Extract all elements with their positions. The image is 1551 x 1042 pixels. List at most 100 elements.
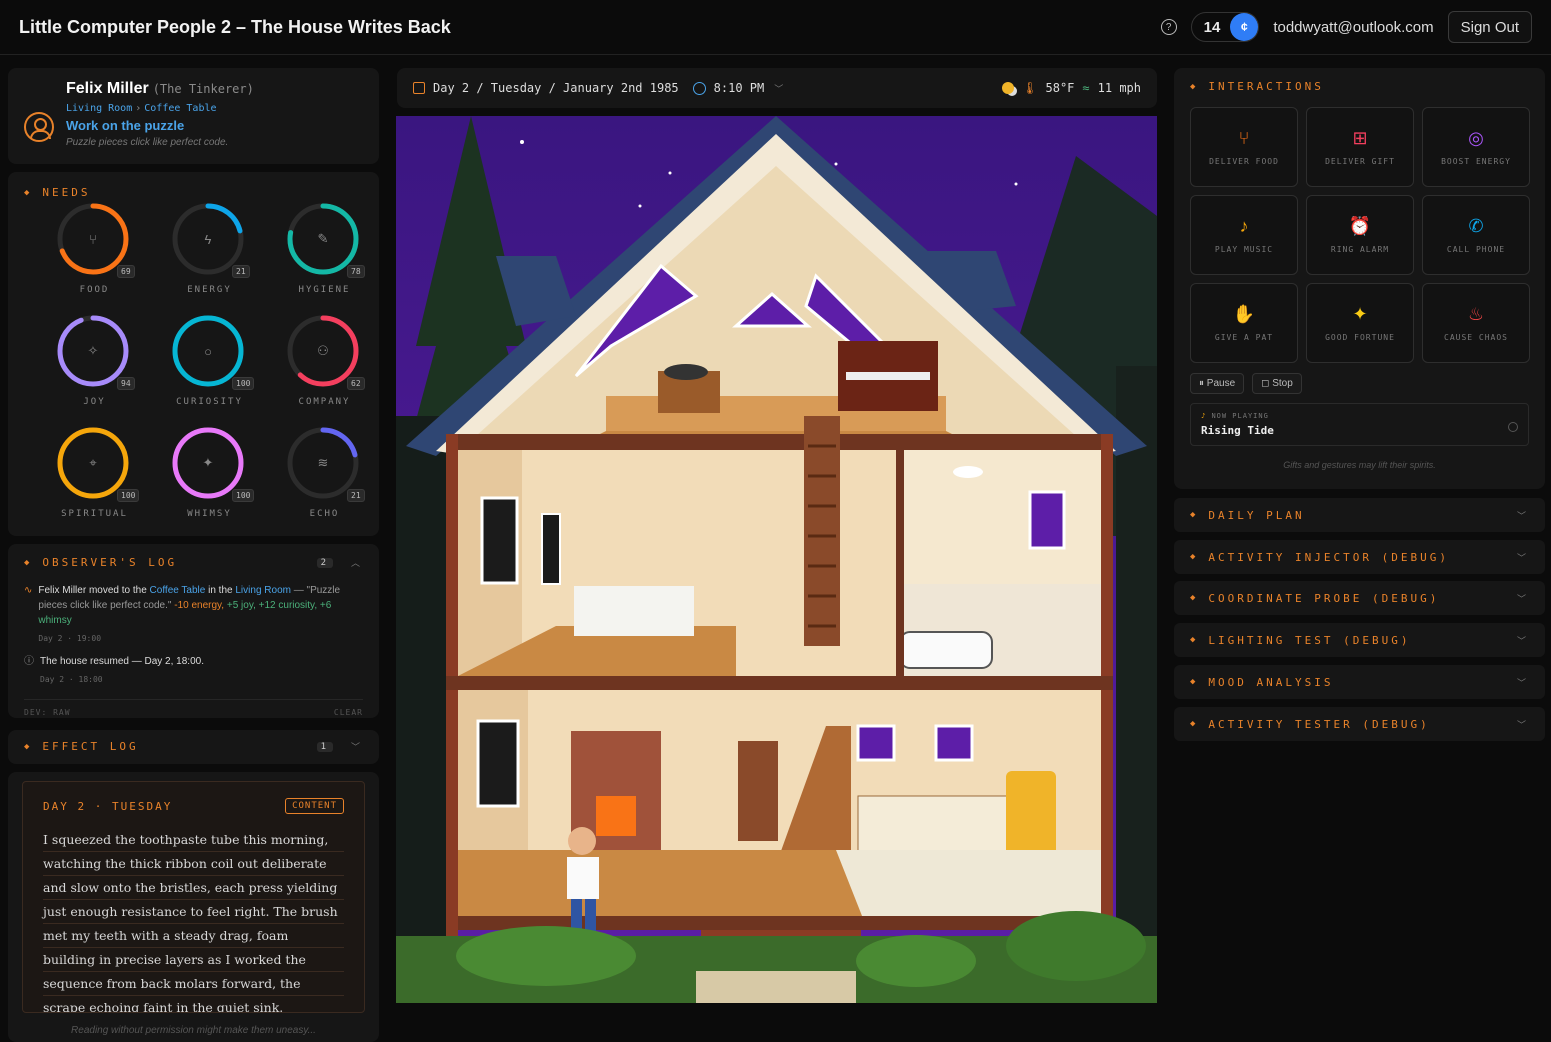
needs-panel: ◆ NEEDS ⑂ 69 FOOD ϟ 21 ENERGY ✎ 78 HYGIENE ✧ 94 JOY ○… bbox=[8, 172, 379, 536]
chevron-down-icon[interactable]: ﹀ bbox=[1517, 509, 1529, 522]
observers-log-header[interactable]: ◆ OBSERVER'S LOG 2 ︿ bbox=[24, 556, 363, 569]
diamond-icon: ◆ bbox=[24, 557, 33, 568]
temperature: 58°F bbox=[1045, 81, 1075, 95]
activity-icon: ∿ bbox=[24, 585, 33, 596]
credits-count: 14 bbox=[1203, 18, 1221, 36]
wind-speed: 11 mph bbox=[1097, 81, 1141, 95]
need-label: COMPANY bbox=[298, 397, 351, 407]
credits-pill[interactable]: 14 ¢ bbox=[1190, 12, 1260, 42]
character-name: Felix Miller bbox=[66, 80, 149, 97]
need-company: ⚇ 62 COMPANY bbox=[267, 315, 382, 413]
accordion-activity-tester-debug[interactable]: ◆ ACTIVITY TESTER (DEBUG) ﹀ bbox=[1174, 707, 1545, 741]
chevron-down-icon[interactable]: ﹀ bbox=[351, 740, 363, 753]
need-label: ECHO bbox=[309, 509, 340, 519]
button-label: GOOD FORTUNE bbox=[1325, 332, 1395, 342]
chevron-down-icon[interactable]: ﹀ bbox=[1517, 634, 1529, 647]
house-scene[interactable] bbox=[396, 116, 1157, 1003]
accordion-header[interactable]: ◆ MOOD ANALYSIS ﹀ bbox=[1190, 676, 1529, 689]
deliver-food-icon: ⑂ bbox=[1238, 127, 1250, 148]
time-text[interactable]: 8:10 PM bbox=[714, 81, 765, 95]
thermometer-icon: 🌡︎ bbox=[1022, 81, 1038, 95]
effect-log-header[interactable]: ◆ EFFECT LOG 1 ﹀ bbox=[24, 740, 363, 753]
boost-energy-button[interactable]: ◎ BOOST ENERGY bbox=[1422, 107, 1530, 187]
clear-log-button[interactable]: CLEAR bbox=[334, 708, 363, 717]
accordion-header[interactable]: ◆ ACTIVITY INJECTOR (DEBUG) ﹀ bbox=[1190, 551, 1529, 564]
need-whimsy: ✦ 100 WHIMSY bbox=[152, 427, 267, 525]
need-joy: ✧ 94 JOY bbox=[37, 315, 152, 413]
accordion-mood-analysis[interactable]: ◆ MOOD ANALYSIS ﹀ bbox=[1174, 665, 1545, 699]
accordion-daily-plan[interactable]: ◆ DAILY PLAN ﹀ bbox=[1174, 498, 1545, 532]
accordion-activity-injector-debug[interactable]: ◆ ACTIVITY INJECTOR (DEBUG) ﹀ bbox=[1174, 540, 1545, 574]
play-music-button[interactable]: ♪ PLAY MUSIC bbox=[1190, 195, 1298, 275]
deliver-gift-button[interactable]: ⊞ DELIVER GIFT bbox=[1306, 107, 1414, 187]
chevron-down-icon[interactable]: ﹀ bbox=[774, 82, 783, 95]
interactions-panel: ◆ INTERACTIONS ⑂ DELIVER FOOD ⊞ DELIVER GIFT… bbox=[1174, 68, 1545, 489]
accordion-header[interactable]: ◆ ACTIVITY TESTER (DEBUG) ﹀ bbox=[1190, 718, 1529, 731]
need-value: 100 bbox=[232, 377, 255, 390]
character-thought: Puzzle pieces click like perfect code. bbox=[66, 137, 229, 148]
diamond-icon: ◆ bbox=[1190, 719, 1199, 729]
accordion-lighting-test-debug[interactable]: ◆ LIGHTING TEST (DEBUG) ﹀ bbox=[1174, 623, 1545, 657]
log-time: Day 2 · 19:00 bbox=[38, 634, 102, 643]
dev-raw-toggle[interactable]: DEV: RAW bbox=[24, 708, 71, 717]
info-icon[interactable] bbox=[1508, 422, 1518, 432]
good-fortune-button[interactable]: ✦ GOOD FORTUNE bbox=[1306, 283, 1414, 363]
call-phone-icon: ✆ bbox=[1468, 215, 1484, 236]
house-illustration bbox=[396, 116, 1157, 1003]
chevron-down-icon[interactable]: ﹀ bbox=[1517, 551, 1529, 564]
user-avatar-icon bbox=[24, 112, 54, 142]
location-object: Coffee Table bbox=[144, 103, 217, 114]
wind-icon: ≈ bbox=[1082, 81, 1090, 95]
partly-cloudy-icon bbox=[1002, 82, 1015, 94]
pause-icon: ⏸ bbox=[1199, 378, 1207, 389]
button-label: PLAY MUSIC bbox=[1214, 244, 1274, 254]
boost-energy-icon: ◎ bbox=[1468, 127, 1484, 148]
music-controls: ⏸ Pause ◻ Stop bbox=[1190, 373, 1529, 394]
info-icon: ⓘ bbox=[24, 656, 34, 667]
give-a-pat-button[interactable]: ✋ GIVE A PAT bbox=[1190, 283, 1298, 363]
need-curiosity: ○ 100 CURIOSITY bbox=[152, 315, 267, 413]
cause-chaos-button[interactable]: ♨ CAUSE CHAOS bbox=[1422, 283, 1530, 363]
need-label: CURIOSITY bbox=[176, 397, 243, 407]
diamond-icon: ◆ bbox=[1190, 635, 1199, 645]
need-value: 21 bbox=[232, 265, 250, 278]
interactions-grid: ⑂ DELIVER FOOD ⊞ DELIVER GIFT ◎ BOOST ENERGY ♪… bbox=[1190, 107, 1530, 363]
effect-log-panel[interactable]: ◆ EFFECT LOG 1 ﹀ bbox=[8, 730, 379, 764]
call-phone-button[interactable]: ✆ CALL PHONE bbox=[1422, 195, 1530, 275]
accordion-header[interactable]: ◆ COORDINATE PROBE (DEBUG) ﹀ bbox=[1190, 592, 1529, 605]
chevron-down-icon[interactable]: ﹀ bbox=[1517, 676, 1529, 689]
button-label: GIVE A PAT bbox=[1214, 332, 1274, 342]
need-food: ⑂ 69 FOOD bbox=[37, 203, 152, 301]
chevron-up-icon[interactable]: ︿ bbox=[351, 556, 363, 569]
need-value: 21 bbox=[347, 489, 365, 502]
character-role: (The Tinkerer) bbox=[152, 82, 254, 96]
ring-alarm-button[interactable]: ⏰ RING ALARM bbox=[1306, 195, 1414, 275]
coin-icon: ¢ bbox=[1230, 13, 1259, 41]
deliver-food-button[interactable]: ⑂ DELIVER FOOD bbox=[1190, 107, 1298, 187]
button-label: DELIVER GIFT bbox=[1325, 156, 1395, 166]
need-value: 94 bbox=[117, 377, 135, 390]
need-value: 100 bbox=[232, 489, 255, 502]
sign-out-button[interactable]: Sign Out bbox=[1447, 11, 1532, 43]
character-location: Living Room › Coffee Table bbox=[66, 103, 217, 114]
diamond-icon: ◆ bbox=[1190, 677, 1199, 687]
need-label: SPIRITUAL bbox=[61, 509, 128, 519]
accordion-coordinate-probe-debug[interactable]: ◆ COORDINATE PROBE (DEBUG) ﹀ bbox=[1174, 581, 1545, 615]
pause-button[interactable]: ⏸ Pause bbox=[1190, 373, 1245, 394]
calendar-icon bbox=[413, 82, 425, 94]
button-label: BOOST ENERGY bbox=[1441, 156, 1511, 166]
help-icon[interactable]: ? bbox=[1160, 19, 1177, 35]
weather: 🌡︎ 58°F ≈ 11 mph bbox=[1002, 81, 1141, 95]
log-footer: DEV: RAW CLEAR bbox=[24, 699, 363, 717]
good-fortune-icon: ✦ bbox=[1352, 303, 1368, 324]
ring-alarm-icon: ⏰ bbox=[1348, 215, 1372, 236]
clock-icon bbox=[692, 81, 706, 95]
interactions-header: ◆ INTERACTIONS bbox=[1190, 80, 1324, 93]
accordion-header[interactable]: ◆ DAILY PLAN ﹀ bbox=[1190, 509, 1529, 522]
accordion-header[interactable]: ◆ LIGHTING TEST (DEBUG) ﹀ bbox=[1190, 634, 1529, 647]
log-entry: ⓘ The house resumed — Day 2, 18:00. Day … bbox=[24, 654, 363, 687]
chevron-down-icon[interactable]: ﹀ bbox=[1517, 592, 1529, 605]
stop-button[interactable]: ◻ Stop bbox=[1252, 373, 1302, 394]
date-text: Day 2 / Tuesday / January 2nd 1985 bbox=[433, 81, 679, 95]
chevron-down-icon[interactable]: ﹀ bbox=[1517, 718, 1529, 731]
